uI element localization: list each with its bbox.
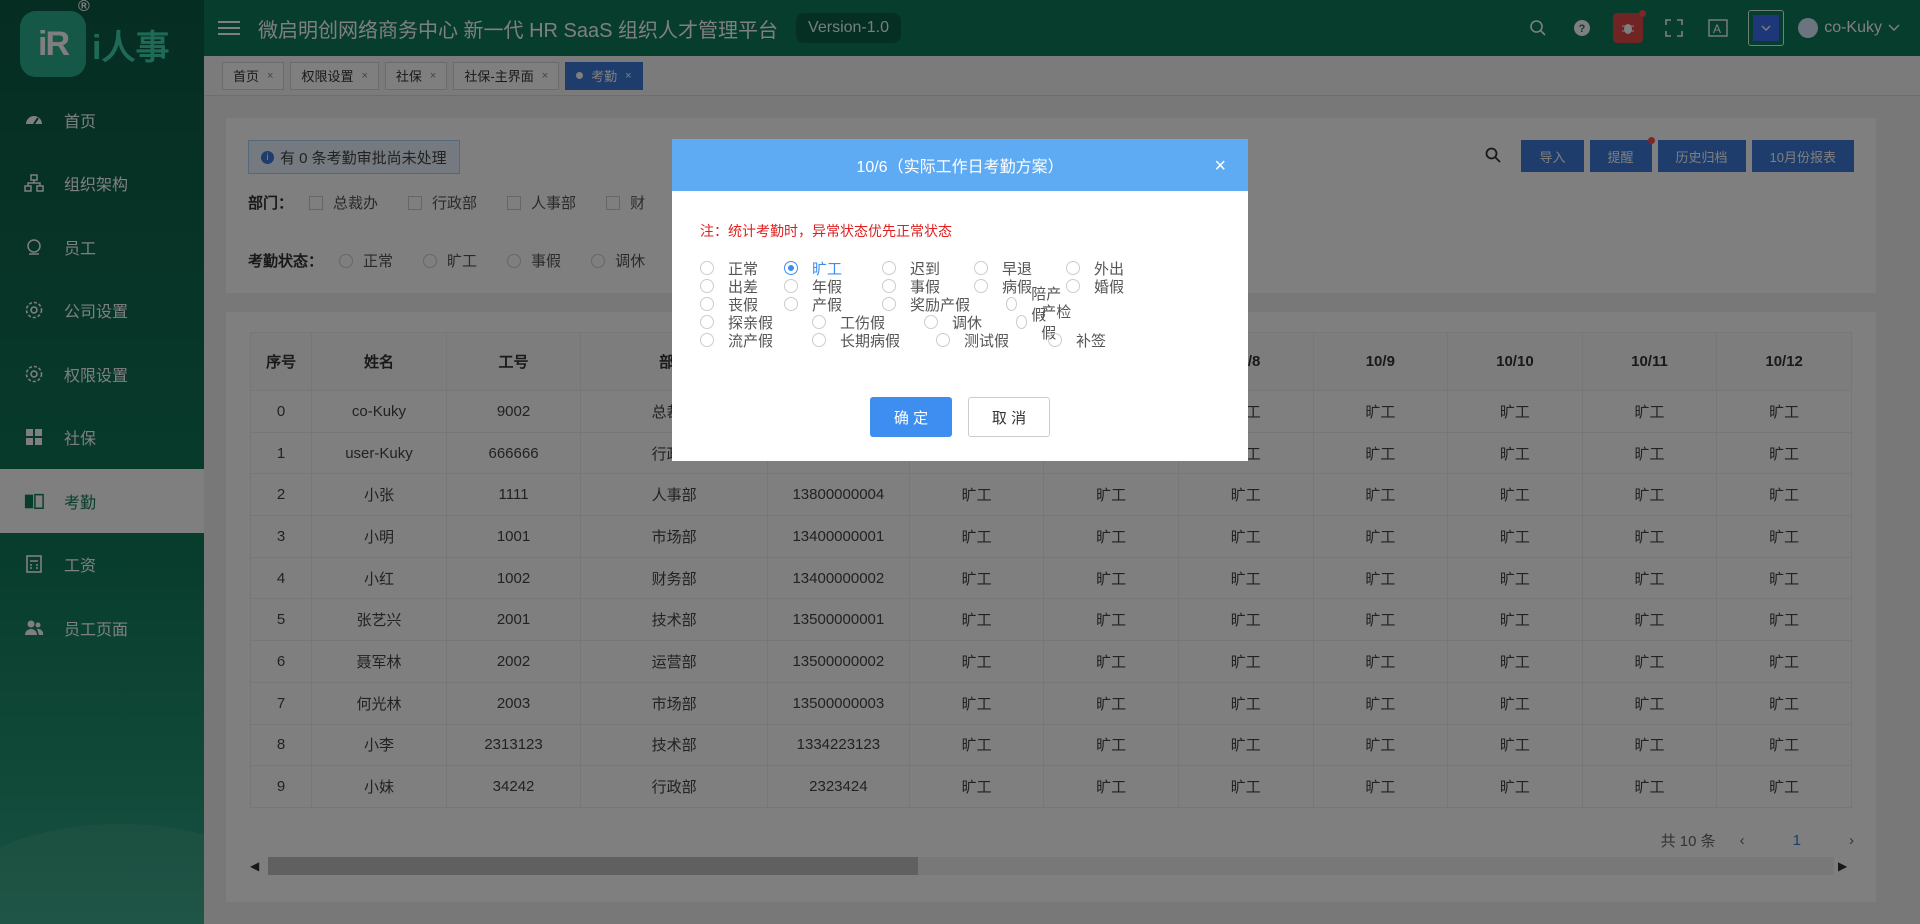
radio-circle[interactable]	[882, 297, 896, 311]
status-radio-label: 测试假	[964, 332, 1010, 350]
dialog-title: 10/6（实际工作日考勤方案）	[856, 159, 1064, 176]
radio-row: 丧假 产假 奖励产假 陪产假	[700, 286, 1220, 324]
status-radio[interactable]: 产假	[784, 295, 882, 314]
radio-circle[interactable]	[1048, 333, 1062, 347]
status-radio-label: 长期病假	[840, 332, 901, 350]
radio-row: 探亲假 工伤假 调休 产检假	[700, 304, 1220, 342]
status-radio-group: 正常 旷工 迟到 早退 外出 出差 年假 事假 病假 婚假 丧假 产假 奖励产假 陪产假 探亲假 工伤假 调休产…	[700, 259, 1220, 350]
attendance-status-dialog: 10/6（实际工作日考勤方案） × 注：统计考勤时，异常状态优先正常状态 正常旷…	[672, 139, 1248, 461]
close-icon[interactable]: ×	[1214, 155, 1226, 178]
status-radio[interactable]: 旷工	[784, 259, 882, 278]
radio-circle[interactable]	[784, 279, 798, 293]
radio-circle[interactable]	[1066, 261, 1080, 275]
status-radio-label: 病假	[1002, 278, 1033, 296]
radio-circle[interactable]	[784, 297, 798, 311]
confirm-button[interactable]: 确 定	[870, 397, 952, 437]
status-radio[interactable]: 事假	[882, 277, 974, 296]
status-radio-label: 婚假	[1094, 278, 1125, 296]
status-radio[interactable]: 奖励产假	[882, 295, 1006, 314]
radio-circle[interactable]	[1066, 279, 1080, 293]
radio-circle[interactable]	[936, 333, 950, 347]
radio-circle[interactable]	[812, 315, 826, 329]
status-radio[interactable]: 丧假	[700, 295, 784, 314]
status-radio[interactable]: 产检假	[1016, 304, 1076, 342]
status-radio[interactable]: 正常	[700, 259, 784, 278]
status-radio[interactable]: 外出	[1066, 259, 1126, 278]
radio-circle[interactable]	[700, 297, 714, 311]
status-radio[interactable]: 婚假	[1066, 277, 1126, 296]
status-radio-label: 流产假	[728, 332, 774, 350]
status-radio-label: 补签	[1076, 332, 1107, 350]
radio-circle[interactable]	[700, 279, 714, 293]
radio-circle[interactable]	[700, 333, 714, 347]
status-radio[interactable]: 补签	[1048, 331, 1108, 350]
radio-circle[interactable]	[812, 333, 826, 347]
status-radio[interactable]: 早退	[974, 259, 1066, 278]
radio-row: 正常 旷工 迟到 早退 外出	[700, 259, 1220, 278]
radio-circle[interactable]	[974, 261, 988, 275]
radio-circle[interactable]	[882, 261, 896, 275]
cancel-button[interactable]: 取 消	[968, 397, 1050, 437]
status-radio[interactable]: 调休	[924, 313, 1016, 332]
status-radio[interactable]: 流产假	[700, 331, 812, 350]
radio-circle[interactable]	[700, 315, 714, 329]
status-radio[interactable]: 年假	[784, 277, 882, 296]
radio-circle[interactable]	[924, 315, 938, 329]
dialog-header: 10/6（实际工作日考勤方案） ×	[672, 139, 1248, 191]
radio-circle[interactable]	[784, 261, 798, 275]
radio-circle[interactable]	[700, 261, 714, 275]
radio-circle[interactable]	[1006, 297, 1018, 311]
dialog-note: 注：统计考勤时，异常状态优先正常状态	[700, 223, 952, 239]
radio-row: 流产假 长期病假 测试假 补签	[700, 331, 1220, 350]
radio-circle[interactable]	[974, 279, 988, 293]
radio-circle[interactable]	[882, 279, 896, 293]
status-radio[interactable]: 迟到	[882, 259, 974, 278]
radio-row: 出差 年假 事假 病假 婚假	[700, 277, 1220, 296]
status-radio[interactable]: 测试假	[936, 331, 1048, 350]
radio-circle[interactable]	[1016, 315, 1028, 329]
status-radio[interactable]: 出差	[700, 277, 784, 296]
status-radio[interactable]: 探亲假	[700, 313, 812, 332]
status-radio-label: 产假	[812, 296, 843, 314]
status-radio[interactable]: 长期病假	[812, 331, 936, 350]
status-radio[interactable]: 工伤假	[812, 313, 924, 332]
